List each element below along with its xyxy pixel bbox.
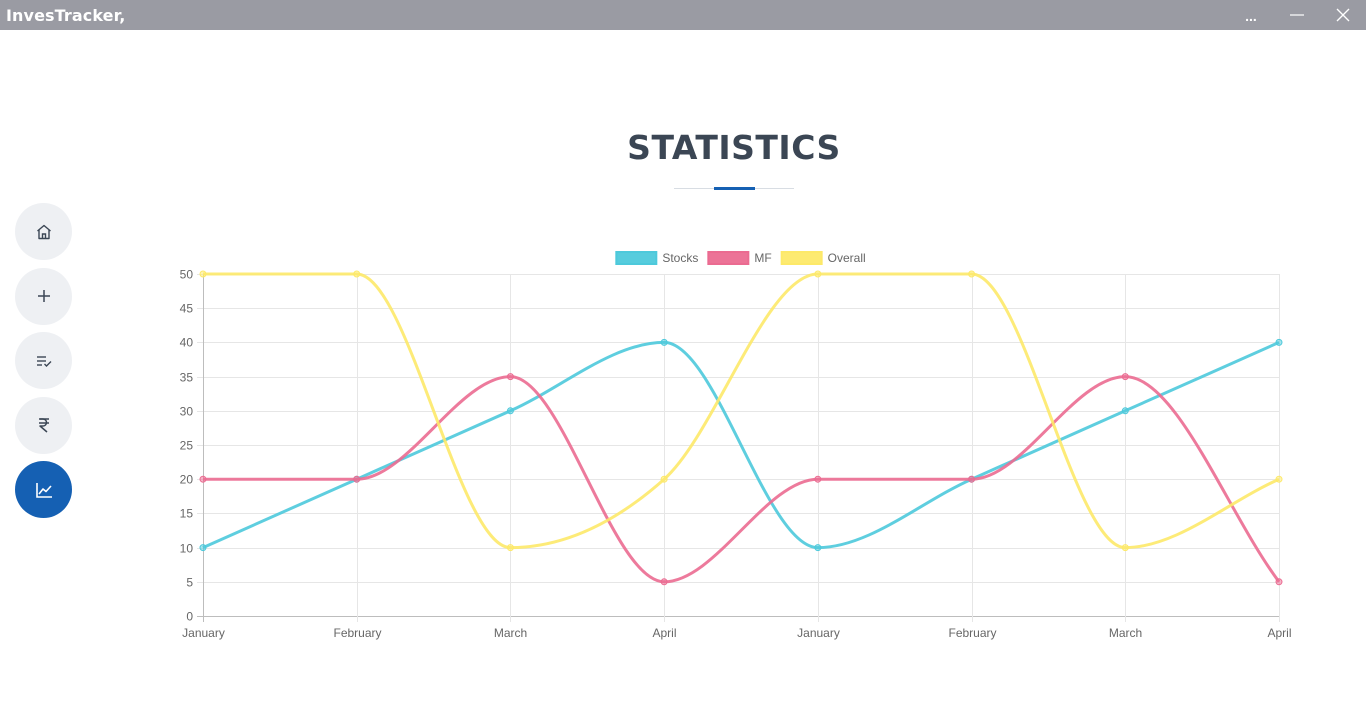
series-point-overall: [814, 270, 822, 278]
series-point-overall: [506, 544, 514, 552]
legend-item-stocks: Stocks: [615, 251, 698, 265]
series-point-mf: [660, 578, 668, 586]
chart-axes: 0 5 10 15 20 25 30 35 40 45 50 January February March…: [180, 268, 1292, 641]
series-point-stocks: [199, 544, 207, 552]
y-tick-label: 10: [180, 542, 194, 556]
y-tick-label: 45: [180, 302, 194, 316]
legend-label-stocks: Stocks: [662, 251, 698, 265]
series-point-mf: [968, 475, 976, 483]
series-point-stocks: [506, 407, 514, 415]
chart-legend: Stocks MF Overall: [615, 251, 866, 265]
x-tick-label: March: [1109, 626, 1142, 640]
series-point-mf: [199, 475, 207, 483]
series-point-overall: [353, 270, 361, 278]
series-point-stocks: [660, 338, 668, 346]
legend-swatch-stocks: [615, 251, 658, 265]
y-tick-label: 40: [180, 336, 194, 350]
y-tick-label: 30: [180, 405, 194, 419]
legend-item-overall: Overall: [780, 251, 866, 265]
series-point-overall: [660, 475, 668, 483]
series-point-mf: [1121, 373, 1129, 381]
x-tick-label: January: [797, 626, 840, 640]
series-point-overall: [1121, 544, 1129, 552]
x-tick-label: January: [182, 626, 225, 640]
legend-swatch-overall: [780, 251, 823, 265]
y-tick-label: 20: [180, 473, 194, 487]
series-point-stocks: [814, 544, 822, 552]
x-tick-label: March: [494, 626, 527, 640]
y-tick-label: 25: [180, 439, 194, 453]
x-tick-label: April: [1267, 626, 1291, 640]
legend-swatch-mf: [707, 251, 750, 265]
x-tick-label: February: [948, 626, 996, 640]
series-point-mf: [1275, 578, 1283, 586]
x-tick-label: April: [652, 626, 676, 640]
series-point-overall: [199, 270, 207, 278]
legend-label-overall: Overall: [828, 251, 866, 265]
series-point-overall: [1275, 475, 1283, 483]
chart-series: [199, 270, 1283, 586]
x-tick-label: February: [333, 626, 381, 640]
series-point-stocks: [1275, 338, 1283, 346]
legend-label-mf: MF: [754, 251, 771, 265]
series-point-mf: [814, 475, 822, 483]
chart-grid: [197, 274, 1280, 622]
y-tick-label: 35: [180, 371, 194, 385]
y-tick-label: 50: [180, 268, 194, 282]
series-point-mf: [353, 475, 361, 483]
y-tick-label: 0: [186, 610, 193, 624]
y-tick-label: 15: [180, 507, 194, 521]
statistics-chart: 0 5 10 15 20 25 30 35 40 45 50 January February March…: [180, 251, 1292, 641]
series-line-overall: [202, 272, 1280, 550]
legend-item-mf: MF: [707, 251, 772, 265]
series-point-overall: [968, 270, 976, 278]
series-point-stocks: [1121, 407, 1129, 415]
y-tick-label: 5: [186, 576, 193, 590]
series-point-mf: [506, 373, 514, 381]
